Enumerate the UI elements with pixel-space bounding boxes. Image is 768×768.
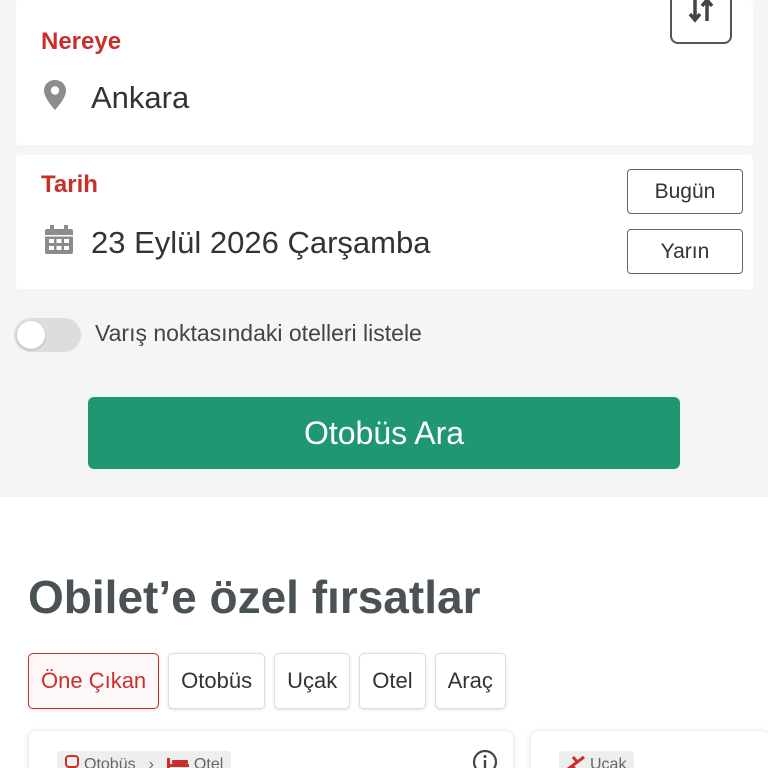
swap-button[interactable] [670, 0, 732, 44]
tab-bus[interactable]: Otobüs [168, 653, 266, 709]
tab-car[interactable]: Araç [434, 653, 506, 709]
date-card[interactable]: Tarih 23 Eylül 2026 Çarşamba Bugün Yarın [16, 155, 753, 289]
deal-card[interactable]: Uçak [530, 730, 768, 768]
location-pin-icon [43, 79, 67, 116]
date-label: Tarih [41, 171, 98, 198]
deal-tag: Otobüs › Otel [57, 751, 232, 768]
calendar-icon [43, 224, 75, 261]
deal-tag: Uçak [559, 751, 635, 768]
destination-label: Nereye [41, 28, 122, 55]
info-icon[interactable] [472, 749, 498, 768]
deal-tag-to: Otel [193, 756, 224, 768]
tab-featured[interactable]: Öne Çıkan [28, 653, 160, 709]
deals-tabs: Öne Çıkan Otobüs Uçak Otel Araç [28, 653, 506, 709]
bus-icon [65, 754, 79, 768]
today-button[interactable]: Bugün [627, 169, 743, 214]
hotels-toggle-label: Varış noktasındaki otelleri listele [95, 320, 422, 346]
search-bus-button[interactable]: Otobüs Ara [88, 397, 680, 469]
swap-arrows-icon [686, 0, 716, 30]
tab-flight[interactable]: Uçak [274, 653, 351, 709]
plane-icon [567, 755, 585, 768]
deals-title: Obilet’e özel fırsatlar [28, 571, 481, 623]
deal-card[interactable]: Otobüs › Otel [28, 730, 514, 768]
tab-hotel[interactable]: Otel [359, 653, 426, 709]
destination-value: Ankara [91, 80, 190, 115]
toggle-knob [17, 321, 45, 349]
hotel-icon [166, 756, 189, 768]
date-value: 23 Eylül 2026 Çarşamba [91, 225, 431, 260]
destination-card[interactable]: Nereye Ankara [16, 0, 753, 145]
hotels-toggle[interactable] [14, 318, 81, 352]
chevron-right-icon: › [148, 756, 154, 768]
deal-tag-from: Uçak [590, 756, 627, 768]
tomorrow-button[interactable]: Yarın [627, 229, 743, 274]
deal-tag-from: Otobüs [84, 756, 136, 768]
search-form: Nereye Ankara Tarih 23 Eylül 2026 Çarşam… [0, 0, 768, 497]
